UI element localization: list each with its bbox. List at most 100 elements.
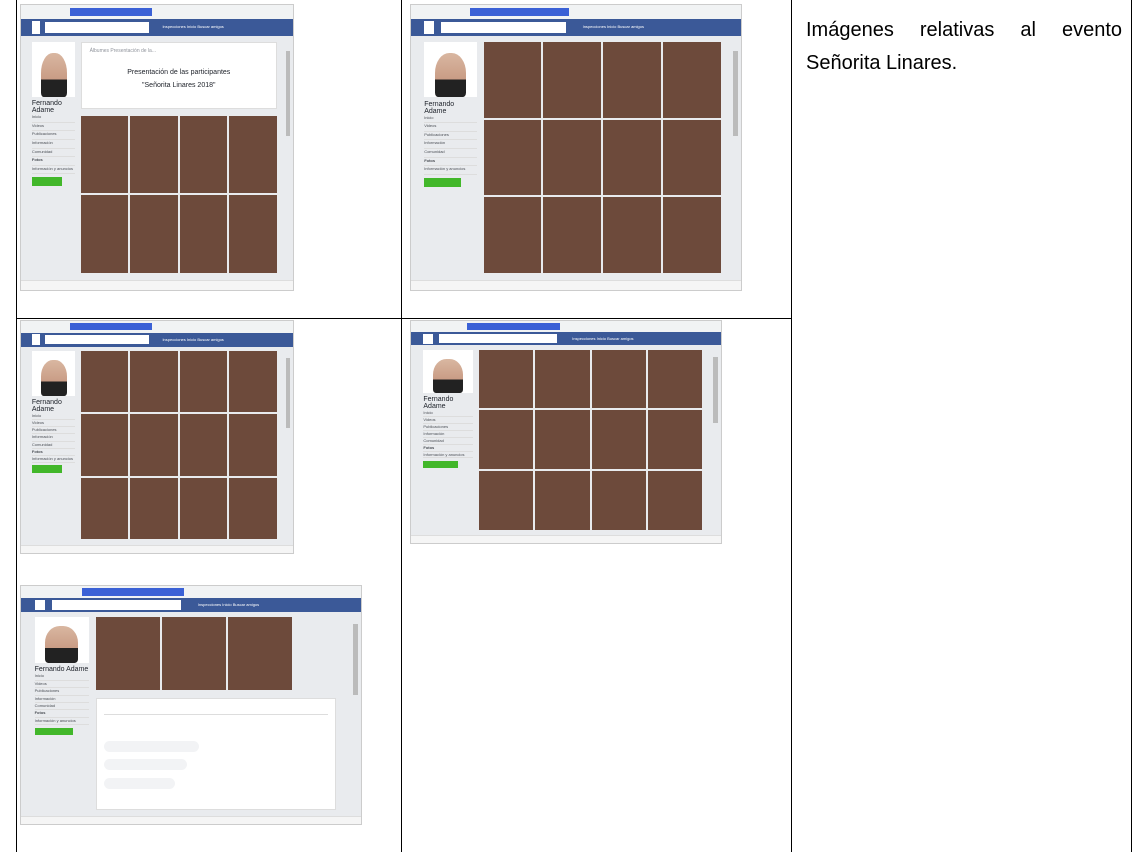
profile-name[interactable]: Fernando Adame: [424, 101, 477, 115]
create-page-button[interactable]: [31, 465, 63, 473]
photo-thumbnail[interactable]: [179, 414, 228, 476]
photo-thumbnail[interactable]: [179, 195, 228, 273]
search-input[interactable]: [438, 334, 557, 343]
photo-thumbnail[interactable]: [603, 119, 662, 196]
photo-thumbnail[interactable]: [483, 119, 542, 196]
photo-thumbnail[interactable]: [479, 471, 534, 530]
top-nav[interactable]: Inspecciones Inicio Buscar amigos: [198, 602, 327, 608]
photo-thumbnail[interactable]: [479, 349, 534, 409]
profile-name[interactable]: Fernando Adame: [35, 666, 89, 673]
facebook-logo-icon[interactable]: [424, 21, 435, 35]
sidebar-item[interactable]: Comunidad: [34, 703, 89, 711]
photo-thumbnail[interactable]: [95, 616, 160, 691]
sidebar-item[interactable]: Publicaciones: [423, 424, 473, 431]
sidebar-item[interactable]: Videos: [31, 420, 76, 428]
sidebar-item[interactable]: Inicio: [34, 673, 89, 681]
photo-thumbnail[interactable]: [161, 616, 226, 691]
sidebar-item[interactable]: Información: [424, 140, 477, 150]
sidebar-item[interactable]: Fotos: [424, 158, 477, 167]
facebook-logo-icon[interactable]: [34, 599, 45, 611]
search-input[interactable]: [51, 600, 181, 610]
sidebar-item[interactable]: Inicio: [423, 410, 473, 417]
create-page-button[interactable]: [424, 177, 462, 187]
address-bar[interactable]: [69, 323, 152, 331]
facebook-logo-icon[interactable]: [423, 333, 433, 344]
sidebar-item[interactable]: Información y anuncios: [34, 718, 89, 725]
photo-thumbnail[interactable]: [603, 197, 662, 273]
scrollbar[interactable]: [713, 356, 718, 424]
create-page-button[interactable]: [34, 727, 73, 736]
sidebar-item[interactable]: Videos: [34, 681, 89, 689]
sidebar-item[interactable]: Publicaciones: [424, 132, 477, 141]
sidebar-item[interactable]: Comunidad: [31, 149, 76, 158]
sidebar-item[interactable]: Información y anuncios: [31, 166, 76, 175]
search-input[interactable]: [440, 22, 567, 34]
profile-name[interactable]: Fernando Adame: [32, 399, 76, 413]
sidebar-item[interactable]: Videos: [424, 123, 477, 132]
photo-thumbnail[interactable]: [591, 471, 647, 530]
sidebar-item[interactable]: Información: [34, 696, 89, 703]
photo-thumbnail[interactable]: [130, 195, 178, 273]
photo-thumbnail[interactable]: [535, 471, 590, 530]
avatar[interactable]: [424, 42, 477, 98]
photo-thumbnail[interactable]: [663, 197, 722, 273]
photo-thumbnail[interactable]: [543, 119, 602, 196]
photo-thumbnail[interactable]: [229, 115, 277, 194]
sidebar-item[interactable]: Fotos: [31, 157, 76, 166]
sidebar-item[interactable]: Información y anuncios: [424, 166, 477, 175]
photo-thumbnail[interactable]: [603, 42, 662, 118]
search-input[interactable]: [45, 22, 149, 34]
sidebar-item[interactable]: Fotos: [34, 710, 89, 718]
scrollbar[interactable]: [352, 624, 358, 696]
photo-thumbnail[interactable]: [591, 410, 647, 470]
avatar[interactable]: [423, 349, 473, 394]
comment-row[interactable]: [103, 740, 200, 752]
address-bar[interactable]: [69, 7, 152, 17]
sidebar-item[interactable]: Fotos: [31, 449, 76, 456]
comment-row[interactable]: [103, 777, 176, 789]
photo-thumbnail[interactable]: [179, 115, 228, 194]
photo-thumbnail[interactable]: [535, 410, 590, 470]
sidebar-item[interactable]: Inicio: [424, 115, 477, 124]
sidebar-item[interactable]: Fotos: [423, 445, 473, 452]
photo-thumbnail[interactable]: [663, 119, 722, 196]
top-nav[interactable]: Inspecciones Inicio Buscar amigos: [162, 337, 265, 343]
address-bar[interactable]: [82, 588, 185, 596]
photo-thumbnail[interactable]: [648, 471, 703, 530]
photo-thumbnail[interactable]: [179, 351, 228, 413]
photo-thumbnail[interactable]: [229, 477, 277, 540]
facebook-logo-icon[interactable]: [31, 21, 41, 35]
top-nav[interactable]: Inspecciones Inicio Buscar amigos: [162, 24, 265, 31]
photo-thumbnail[interactable]: [80, 351, 129, 413]
scrollbar[interactable]: [732, 50, 738, 137]
reactions-bar[interactable]: [103, 705, 328, 716]
avatar[interactable]: [34, 616, 89, 664]
photo-thumbnail[interactable]: [80, 414, 129, 476]
sidebar-item[interactable]: Información: [31, 434, 76, 442]
photo-thumbnail[interactable]: [535, 349, 590, 409]
sidebar-item[interactable]: Comunidad: [424, 149, 477, 158]
sidebar-item[interactable]: Comunidad: [31, 442, 76, 449]
photo-thumbnail[interactable]: [648, 349, 703, 409]
photo-thumbnail[interactable]: [648, 410, 703, 470]
photo-thumbnail[interactable]: [483, 42, 542, 118]
sidebar-item[interactable]: Información: [423, 431, 473, 438]
sidebar-item[interactable]: Videos: [31, 123, 76, 132]
sidebar-item[interactable]: Inicio: [31, 114, 76, 123]
comment-row[interactable]: [103, 759, 188, 771]
photo-thumbnail[interactable]: [543, 197, 602, 273]
address-bar[interactable]: [470, 7, 570, 17]
photo-thumbnail[interactable]: [483, 197, 542, 273]
sidebar-item[interactable]: Publicaciones: [31, 427, 76, 435]
search-input[interactable]: [45, 335, 149, 344]
sidebar-item[interactable]: Información y anuncios: [423, 452, 473, 459]
address-bar[interactable]: [466, 323, 560, 330]
photo-thumbnail[interactable]: [479, 410, 534, 470]
create-page-button[interactable]: [31, 176, 63, 186]
sidebar-item[interactable]: Videos: [423, 417, 473, 424]
photo-thumbnail[interactable]: [80, 115, 129, 194]
photo-thumbnail[interactable]: [591, 349, 647, 409]
photo-thumbnail[interactable]: [130, 351, 178, 413]
photo-thumbnail[interactable]: [543, 42, 602, 118]
sidebar-item[interactable]: Publicaciones: [34, 688, 89, 696]
